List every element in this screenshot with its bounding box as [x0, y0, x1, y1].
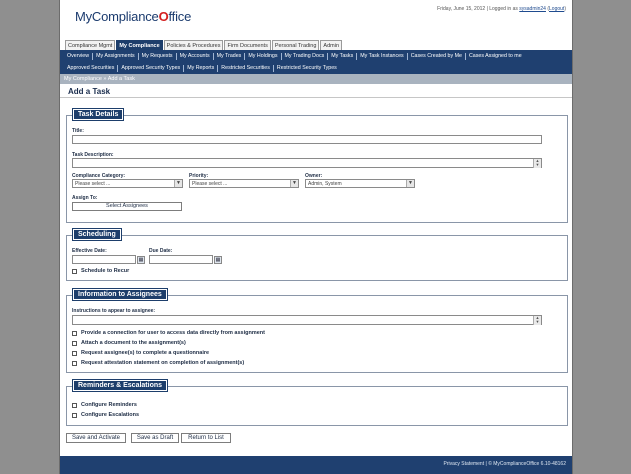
nav-my-reports[interactable]: My Reports — [184, 64, 219, 72]
option-provide-connection[interactable]: Provide a connection for user to access … — [72, 330, 265, 336]
username-link[interactable]: sysadmin24 — [519, 6, 546, 12]
tab-firm-documents[interactable]: Firm Documents — [224, 40, 271, 50]
option-questionnaire[interactable]: Request assignee(s) to complete a questi… — [72, 350, 209, 356]
nav-approved-securities[interactable]: Approved Securities — [64, 64, 119, 72]
nav-overview[interactable]: Overview — [64, 52, 94, 60]
checkbox-icon — [72, 340, 77, 346]
priority-select[interactable]: Please select ... ▼ — [189, 179, 299, 188]
schedule-recur-checkbox[interactable]: Schedule to Recur — [72, 268, 129, 274]
select-assignees-button[interactable]: Select Assignees — [72, 202, 182, 211]
category-select[interactable]: Please select ... ▼ — [72, 179, 183, 188]
configure-reminders-checkbox[interactable]: Configure Reminders — [72, 402, 137, 408]
checkbox-icon — [72, 350, 77, 356]
description-scrollbar[interactable]: ▲ ▼ — [533, 159, 541, 168]
header: MyComplianceOffice Friday, June 15, 2012… — [60, 0, 572, 38]
option-attestation[interactable]: Request attestation statement on complet… — [72, 360, 244, 366]
instructions-input[interactable]: ▲ ▼ — [72, 315, 542, 325]
due-date-input[interactable] — [149, 255, 213, 264]
option-attach-document[interactable]: Attach a document to the assignment(s) — [72, 340, 186, 346]
information-section: Information to Assignees Instructions to… — [66, 288, 568, 373]
due-date-label: Due Date: — [149, 248, 173, 254]
reminders-section: Reminders & Escalations Configure Remind… — [66, 379, 568, 426]
checkbox-icon — [72, 412, 77, 418]
logout-link[interactable]: Logout — [549, 6, 564, 12]
nav-cases-assigned-to-me[interactable]: Cases Assigned to me — [466, 53, 525, 60]
chevron-down-icon: ▼ — [406, 180, 414, 187]
checkbox-icon — [72, 402, 77, 408]
calendar-icon[interactable]: ▦ — [214, 256, 222, 264]
scheduling-section: Scheduling Effective Date: ▦ Due Date: ▦… — [66, 228, 568, 281]
nav-my-trading-docs[interactable]: My Trading Docs — [282, 52, 329, 60]
save-activate-button[interactable]: Save and Activate — [66, 433, 126, 443]
chevron-down-icon: ▼ — [290, 180, 298, 187]
footer-links: Privacy Statement | © MyComplianceOffice… — [444, 461, 566, 467]
page: MyComplianceOffice Friday, June 15, 2012… — [59, 0, 573, 474]
instructions-scrollbar[interactable]: ▲ ▼ — [533, 316, 541, 325]
checkbox-icon — [72, 360, 77, 366]
nav-cases-created-by-me[interactable]: Cases Created by Me — [408, 52, 466, 60]
module-tabs: Compliance Mgmt My Compliance Policies &… — [65, 40, 343, 50]
nav-row-2: Approved Securities Approved Security Ty… — [60, 62, 572, 74]
nav-my-assignments[interactable]: My Assignments — [93, 52, 139, 60]
checkbox-icon — [72, 268, 77, 274]
configure-escalations-checkbox[interactable]: Configure Escalations — [72, 412, 139, 418]
tab-compliance-mgmt[interactable]: Compliance Mgmt — [65, 40, 116, 50]
main-nav: Overview My Assignments My Requests My A… — [60, 50, 572, 74]
page-title: Add a Task — [68, 87, 111, 96]
title-input[interactable] — [72, 135, 542, 144]
tab-policies-procedures[interactable]: Policies & Procedures — [163, 40, 224, 50]
nav-my-holdings[interactable]: My Holdings — [245, 52, 282, 60]
assign-to-label: Assign To: — [72, 195, 98, 201]
nav-my-accounts[interactable]: My Accounts — [177, 52, 214, 60]
checkbox-icon — [72, 330, 77, 336]
owner-select[interactable]: Admin, System ▼ — [305, 179, 415, 188]
nav-my-tasks[interactable]: My Tasks — [328, 52, 358, 60]
nav-my-trades[interactable]: My Trades — [214, 52, 246, 60]
nav-row-1: Overview My Assignments My Requests My A… — [60, 50, 572, 62]
nav-approved-security-types[interactable]: Approved Security Types — [118, 64, 185, 72]
task-details-section: Task Details Title: Task Description: ▲ ▼… — [66, 108, 568, 223]
reminders-legend: Reminders & Escalations — [71, 379, 169, 392]
task-details-legend: Task Details — [71, 108, 125, 121]
calendar-icon[interactable]: ▦ — [137, 256, 145, 264]
current-date: Friday, June 15, 2012 — [437, 6, 486, 12]
return-to-list-button[interactable]: Return to List — [181, 433, 231, 443]
nav-my-requests[interactable]: My Requests — [139, 52, 177, 60]
tab-personal-trading[interactable]: Personal Trading — [271, 40, 320, 50]
save-draft-button[interactable]: Save as Draft — [131, 433, 179, 443]
nav-restricted-security-types[interactable]: Restricted Security Types — [274, 65, 340, 72]
scheduling-legend: Scheduling — [72, 228, 122, 241]
effective-date-input[interactable] — [72, 255, 136, 264]
tab-my-compliance[interactable]: My Compliance — [116, 40, 163, 50]
instructions-label: Instructions to appear to assignee: — [72, 308, 156, 314]
chevron-down-icon: ▼ — [174, 180, 182, 187]
logo: MyComplianceOffice — [75, 9, 192, 24]
copyright: | © MyComplianceOffice 6.10-48162 — [485, 461, 567, 467]
effective-date-label: Effective Date: — [72, 248, 107, 254]
breadcrumb: My Compliance » Add a Task — [60, 74, 572, 84]
title-label: Title: — [72, 128, 84, 134]
nav-restricted-securities[interactable]: Restricted Securities — [218, 64, 274, 72]
privacy-link[interactable]: Privacy Statement — [444, 461, 485, 467]
title-divider — [60, 97, 572, 98]
information-legend: Information to Assignees — [72, 288, 168, 301]
user-info: Friday, June 15, 2012 | Logged in as sys… — [437, 6, 566, 12]
nav-my-task-instances[interactable]: My Task Instances — [357, 52, 408, 60]
tab-admin[interactable]: Admin — [320, 40, 343, 50]
footer: Privacy Statement | © MyComplianceOffice… — [60, 456, 572, 474]
description-input[interactable]: ▲ ▼ — [72, 158, 542, 168]
